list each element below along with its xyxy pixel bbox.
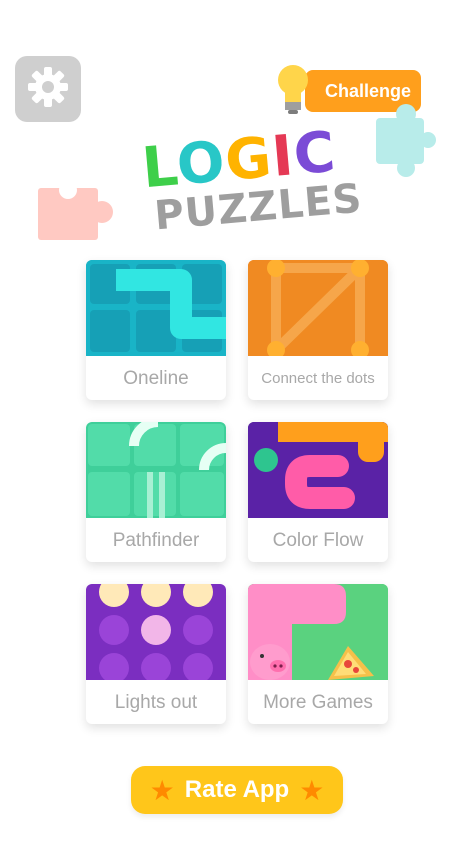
settings-button[interactable] <box>15 56 81 122</box>
game-card-pathfinder[interactable]: Pathfinder <box>86 422 226 562</box>
connect-the-dots-thumbnail <box>248 260 388 356</box>
color-flow-thumbnail <box>248 422 388 518</box>
game-card-more-games[interactable]: More Games <box>248 584 388 724</box>
game-card-lights-out[interactable]: Lights out <box>86 584 226 724</box>
pathfinder-thumbnail <box>86 422 226 518</box>
star-icon: ★ <box>149 774 175 806</box>
game-logo: LOGIC PUZZLES <box>136 119 365 246</box>
oneline-thumbnail <box>86 260 226 356</box>
rate-app-label: Rate App <box>184 776 290 803</box>
puzzle-piece-teal <box>376 104 436 183</box>
puzzle-piece-pink <box>38 181 116 249</box>
game-label: Color Flow <box>272 529 364 551</box>
game-label: Connect the dots <box>261 369 375 387</box>
game-label: Lights out <box>114 691 198 713</box>
game-card-connect-the-dots[interactable]: Connect the dots <box>248 260 388 400</box>
game-label: More Games <box>263 691 373 713</box>
lights-out-thumbnail <box>86 584 226 680</box>
lightbulb-icon <box>275 62 315 118</box>
star-icon: ★ <box>299 774 325 806</box>
more-games-thumbnail <box>248 584 388 680</box>
game-label: Pathfinder <box>112 529 200 551</box>
game-label: Oneline <box>123 367 189 389</box>
game-card-color-flow[interactable]: Color Flow <box>248 422 388 562</box>
gear-icon <box>24 63 72 116</box>
game-card-oneline[interactable]: Oneline <box>86 260 226 400</box>
rate-app-button[interactable]: ★ Rate App ★ <box>131 766 343 814</box>
